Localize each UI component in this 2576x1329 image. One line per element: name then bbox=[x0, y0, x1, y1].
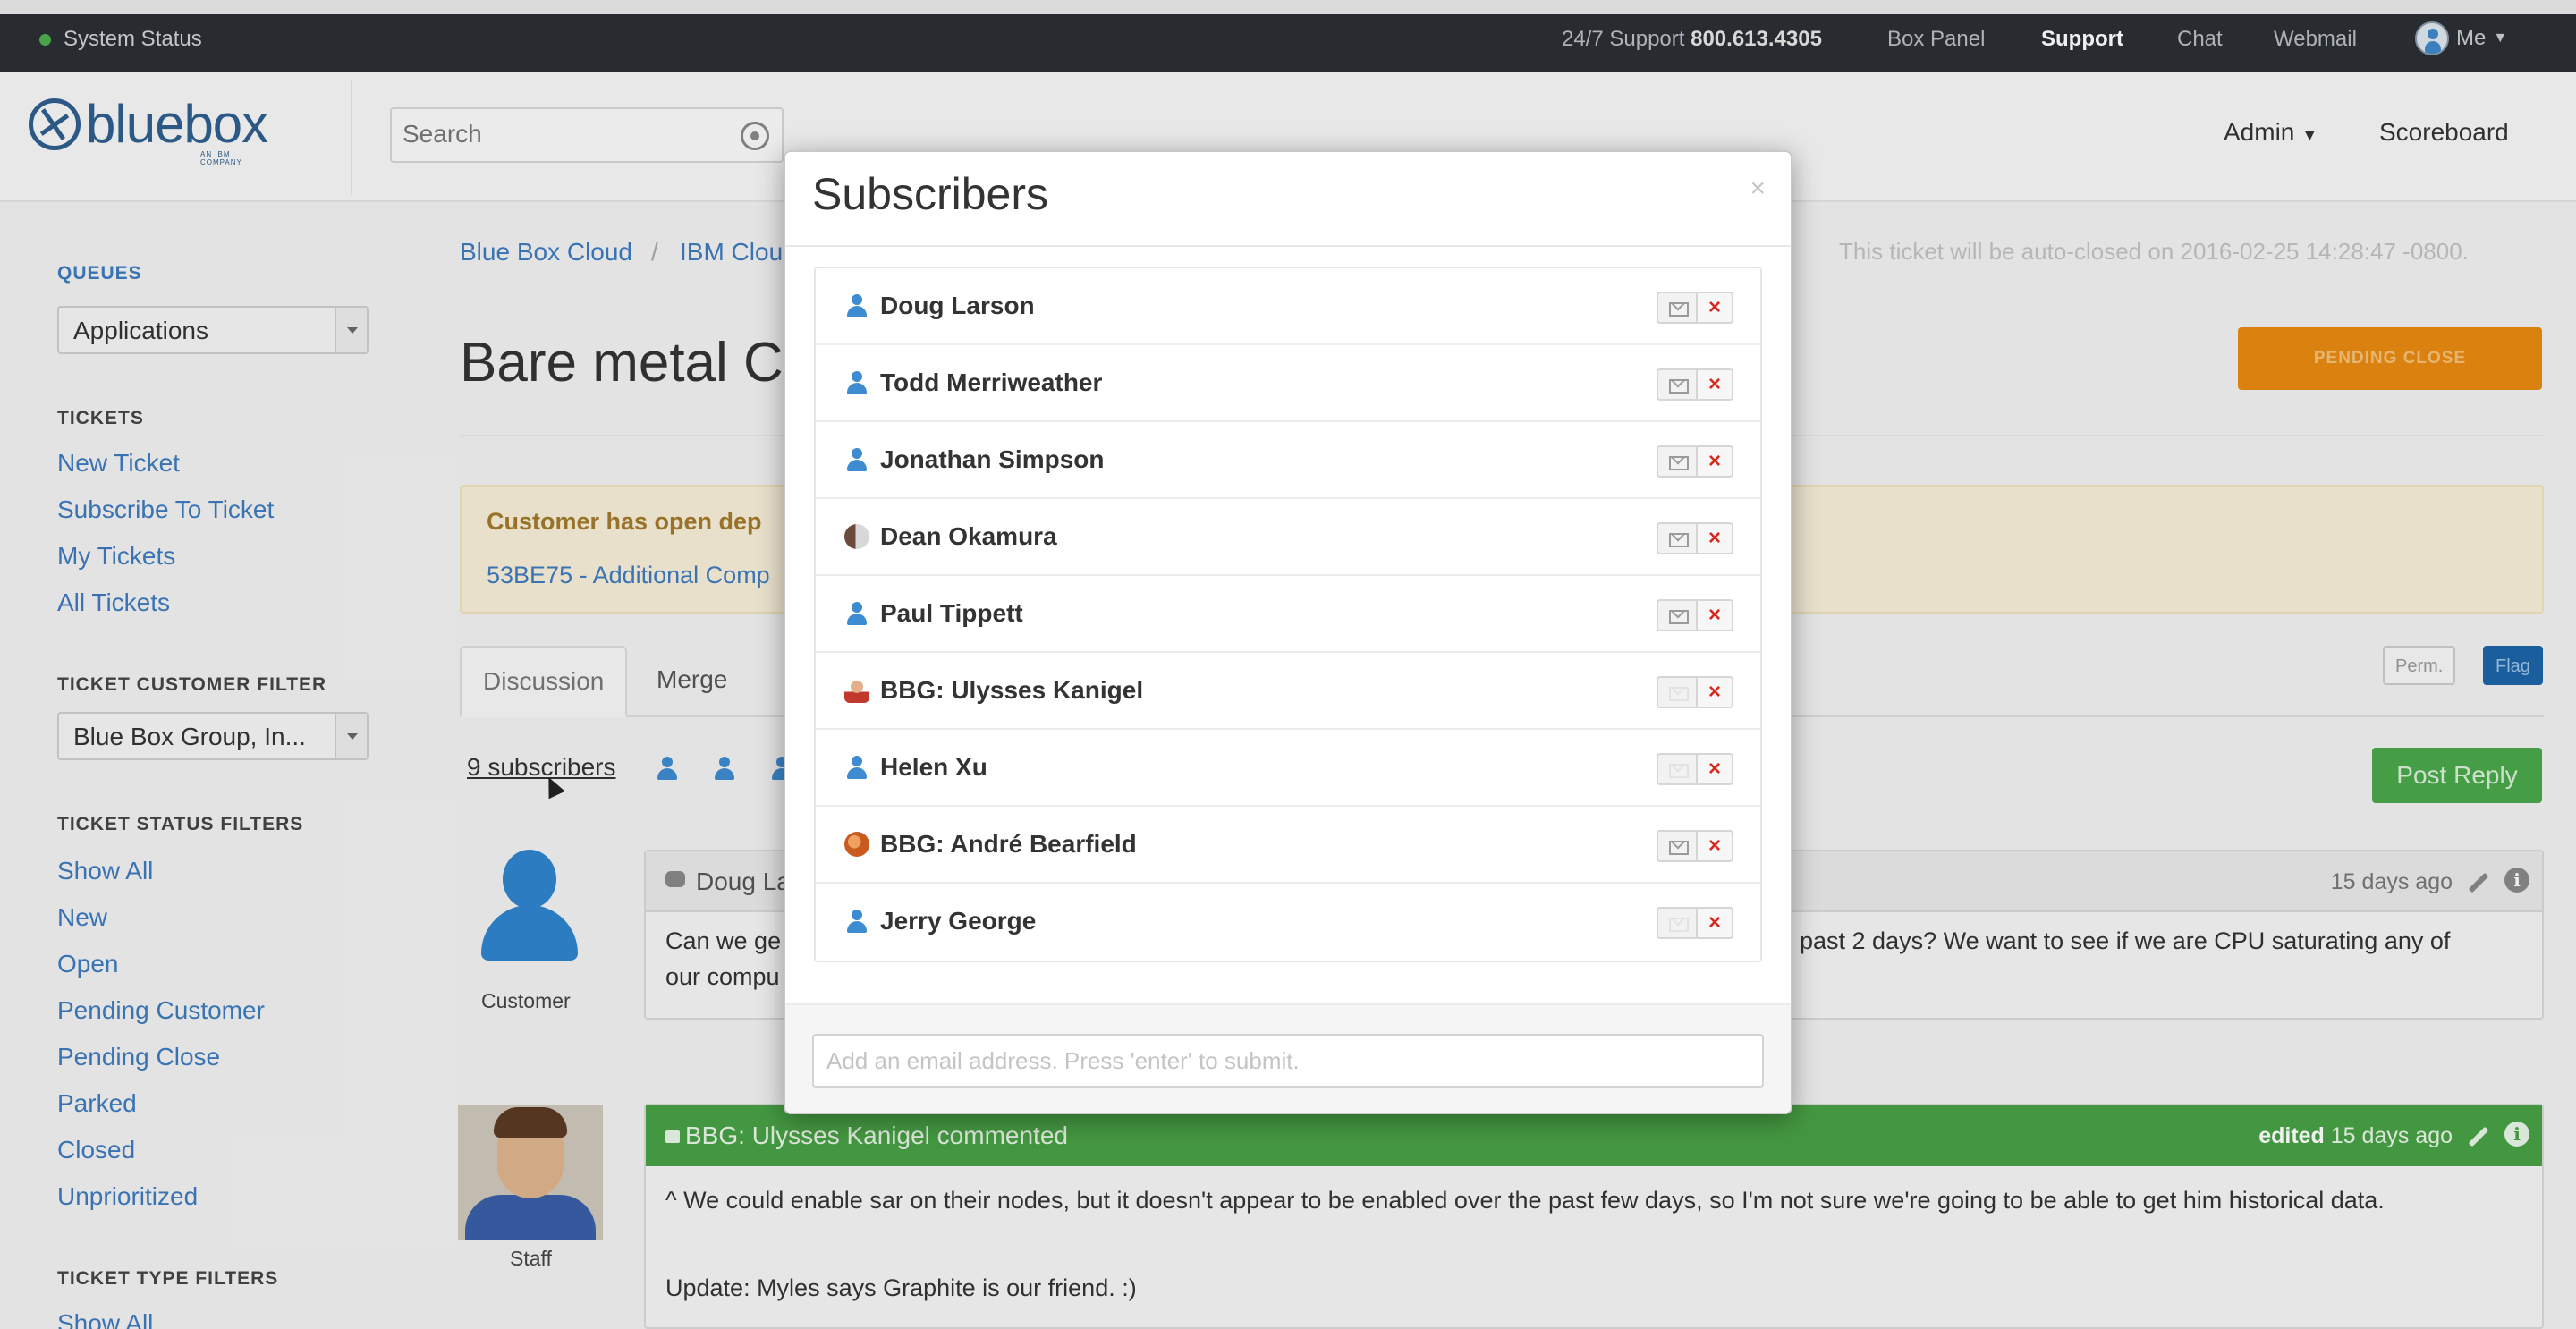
subscriber-name: Helen Xu bbox=[880, 753, 987, 781]
subscriber-row: Helen Xu × bbox=[816, 730, 1760, 807]
subscriber-actions: × bbox=[1657, 907, 1733, 939]
person-icon bbox=[844, 601, 869, 626]
subscriber-name: Jerry George bbox=[880, 907, 1037, 935]
person-icon bbox=[844, 447, 869, 472]
subscriber-row: BBG: Ulysses Kanigel × bbox=[816, 653, 1760, 730]
subscriber-identity: Paul Tippett bbox=[844, 597, 1023, 630]
modal-title: Subscribers bbox=[812, 169, 1048, 219]
subscriber-actions: × bbox=[1657, 368, 1733, 401]
subscriber-identity: Jerry George bbox=[844, 905, 1036, 937]
remove-subscriber-button[interactable]: × bbox=[1698, 368, 1733, 401]
remove-subscriber-button[interactable]: × bbox=[1698, 830, 1733, 862]
modal-footer bbox=[785, 1003, 1791, 1113]
remove-subscriber-button[interactable]: × bbox=[1698, 907, 1733, 939]
remove-subscriber-button[interactable]: × bbox=[1698, 753, 1733, 785]
subscriber-name: BBG: André Bearfield bbox=[880, 830, 1137, 858]
person-icon bbox=[844, 370, 869, 395]
subscribers-modal: Subscribers × Doug Larson × Todd Merriweat… bbox=[784, 150, 1792, 1114]
subscriber-actions: × bbox=[1657, 676, 1733, 708]
subscriber-list: Doug Larson × Todd Merriweather × Jonathan S… bbox=[814, 267, 1762, 962]
subscriber-actions: × bbox=[1657, 292, 1733, 324]
subscriber-row: Paul Tippett × bbox=[816, 576, 1760, 653]
subscriber-actions: × bbox=[1657, 830, 1733, 862]
remove-subscriber-button[interactable]: × bbox=[1698, 445, 1733, 478]
envelope-icon[interactable] bbox=[1657, 445, 1698, 478]
subscriber-identity: Helen Xu bbox=[844, 751, 987, 783]
subscriber-identity: BBG: Ulysses Kanigel bbox=[844, 674, 1143, 707]
subscriber-row: Jonathan Simpson × bbox=[816, 422, 1760, 499]
remove-subscriber-button[interactable]: × bbox=[1698, 676, 1733, 708]
envelope-icon[interactable] bbox=[1657, 599, 1698, 631]
subscriber-row: Doug Larson × bbox=[816, 268, 1760, 345]
remove-subscriber-button[interactable]: × bbox=[1698, 599, 1733, 631]
subscriber-name: Jonathan Simpson bbox=[880, 445, 1105, 473]
subscriber-identity: Jonathan Simpson bbox=[844, 444, 1104, 476]
subscriber-name: Paul Tippett bbox=[880, 599, 1023, 627]
person-icon bbox=[844, 293, 869, 318]
subscriber-actions: × bbox=[1657, 522, 1733, 554]
subscriber-name: Dean Okamura bbox=[880, 522, 1057, 550]
modal-divider bbox=[785, 245, 1791, 247]
subscriber-row: BBG: André Bearfield × bbox=[816, 807, 1760, 884]
remove-subscriber-button[interactable]: × bbox=[1698, 292, 1733, 324]
subscriber-identity: Doug Larson bbox=[844, 290, 1035, 322]
subscriber-row: Jerry George × bbox=[816, 884, 1760, 961]
envelope-icon[interactable] bbox=[1657, 368, 1698, 401]
subscriber-actions: × bbox=[1657, 599, 1733, 631]
envelope-icon[interactable] bbox=[1657, 907, 1698, 939]
subscriber-actions: × bbox=[1657, 445, 1733, 478]
envelope-icon[interactable] bbox=[1657, 292, 1698, 324]
person-icon bbox=[844, 909, 869, 934]
subscriber-name: BBG: Ulysses Kanigel bbox=[880, 676, 1144, 704]
avatar bbox=[844, 678, 869, 703]
envelope-icon[interactable] bbox=[1657, 522, 1698, 554]
envelope-icon[interactable] bbox=[1657, 676, 1698, 708]
subscriber-identity: Todd Merriweather bbox=[844, 367, 1102, 399]
close-icon[interactable]: × bbox=[1750, 174, 1766, 204]
email-input[interactable] bbox=[812, 1034, 1764, 1088]
subscriber-identity: Dean Okamura bbox=[844, 521, 1057, 553]
subscriber-name: Todd Merriweather bbox=[880, 368, 1103, 396]
envelope-icon[interactable] bbox=[1657, 753, 1698, 785]
subscriber-identity: BBG: André Bearfield bbox=[844, 828, 1137, 860]
avatar bbox=[844, 832, 869, 857]
subscriber-name: Doug Larson bbox=[880, 292, 1035, 319]
avatar bbox=[844, 524, 869, 549]
envelope-icon[interactable] bbox=[1657, 830, 1698, 862]
remove-subscriber-button[interactable]: × bbox=[1698, 522, 1733, 554]
subscriber-actions: × bbox=[1657, 753, 1733, 785]
subscriber-row: Dean Okamura × bbox=[816, 499, 1760, 576]
subscriber-row: Todd Merriweather × bbox=[816, 345, 1760, 422]
person-icon bbox=[844, 755, 869, 780]
